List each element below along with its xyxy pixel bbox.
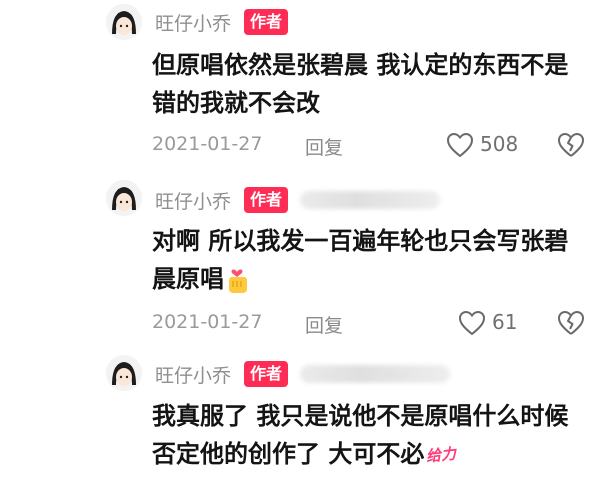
avatar-girl-icon xyxy=(106,355,142,391)
comment-date: 2021-01-27 xyxy=(152,311,263,333)
reply-button[interactable]: 回复 xyxy=(305,311,343,338)
like-count: 508 xyxy=(480,132,519,156)
broken-heart-icon[interactable] xyxy=(557,310,585,336)
avatar[interactable] xyxy=(106,355,142,391)
heart-outline-icon[interactable] xyxy=(458,310,486,336)
avatar[interactable] xyxy=(106,4,142,40)
reply-button[interactable]: 回复 xyxy=(305,133,343,160)
blurred-reply-target xyxy=(300,191,440,209)
avatar[interactable] xyxy=(106,180,142,216)
username[interactable]: 旺仔小乔 xyxy=(155,187,231,214)
author-badge: 作者 xyxy=(244,187,289,213)
comment-date: 2021-01-27 xyxy=(152,133,263,155)
comment-text-body: 对啊 所以我发一百遍年轮也只会写张碧晨原唱 xyxy=(152,227,569,293)
broken-heart-icon[interactable] xyxy=(557,132,585,158)
avatar-girl-icon xyxy=(106,180,142,216)
avatar-girl-icon xyxy=(106,4,142,40)
comment-text-body: 我真服了 我只是说他不是原唱什么时候否定他的创作了 大可不必 xyxy=(152,402,569,468)
fist-heart-emoji-icon xyxy=(229,269,247,293)
author-badge: 作者 xyxy=(244,9,289,35)
heart-outline-icon[interactable] xyxy=(446,132,474,158)
blurred-reply-target xyxy=(300,365,450,383)
like-count: 61 xyxy=(492,310,518,334)
sticker-text: 给力 xyxy=(425,444,458,466)
comment-text: 但原唱依然是张碧晨 我认定的东西不是错的我就不会改 xyxy=(152,51,569,117)
comment-text: 我真服了 我只是说他不是原唱什么时候否定他的创作了 大可不必给力 xyxy=(152,397,582,474)
username[interactable]: 旺仔小乔 xyxy=(155,361,231,388)
username[interactable]: 旺仔小乔 xyxy=(155,9,231,36)
author-badge: 作者 xyxy=(244,361,289,387)
comment-text: 对啊 所以我发一百遍年轮也只会写张碧晨原唱 xyxy=(152,222,582,298)
